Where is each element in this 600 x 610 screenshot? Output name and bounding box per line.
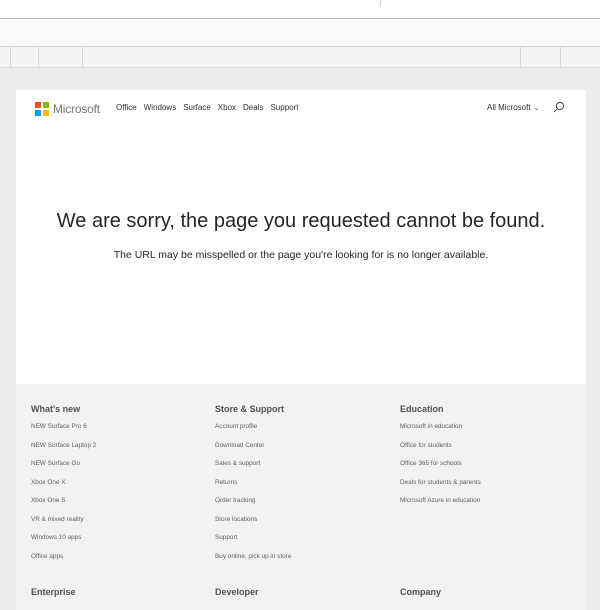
windows-logo-icon (35, 102, 49, 116)
footer-link[interactable]: NEW Surface Laptop 2 (31, 441, 96, 460)
nav-deals[interactable]: Deals (243, 103, 263, 112)
nav-support[interactable]: Support (270, 103, 298, 112)
search-icon[interactable] (552, 100, 566, 114)
footer-link[interactable]: Store locations (215, 515, 291, 534)
footer-link[interactable]: Deals for students & parents (400, 478, 481, 497)
nav-surface[interactable]: Surface (183, 103, 211, 112)
site-footer: What's new NEW Surface Pro 6 NEW Surface… (16, 384, 586, 610)
web-page: Microsoft Office Windows Surface Xbox De… (16, 90, 586, 610)
footer-link[interactable]: Xbox One X (31, 478, 96, 497)
main-nav: Office Windows Surface Xbox Deals Suppor… (116, 103, 299, 112)
error-title: We are sorry, the page you requested can… (56, 210, 546, 232)
footer-heading-enterprise: Enterprise (31, 587, 76, 597)
nav-xbox[interactable]: Xbox (218, 103, 236, 112)
chevron-down-icon: ⌄ (533, 104, 540, 112)
browser-toolbar (0, 19, 600, 47)
footer-link[interactable]: Account profile (215, 422, 291, 441)
browser-tab-strip (0, 47, 600, 68)
footer-link[interactable]: Windows 10 apps (31, 533, 96, 552)
tab-divider (560, 47, 561, 67)
footer-link[interactable]: Xbox One S (31, 496, 96, 515)
logo-square-green (43, 102, 49, 108)
logo-square-blue (35, 110, 41, 116)
all-microsoft-label: All Microsoft (487, 103, 531, 112)
tab-divider (38, 47, 39, 67)
nav-windows[interactable]: Windows (144, 103, 176, 112)
all-microsoft-menu[interactable]: All Microsoft ⌄ (487, 103, 539, 112)
footer-link[interactable]: Support (215, 533, 291, 552)
footer-link[interactable]: Order tracking (215, 496, 291, 515)
footer-link[interactable]: Sales & support (215, 459, 291, 478)
footer-heading: What's new (31, 404, 81, 414)
nav-office[interactable]: Office (116, 103, 137, 112)
footer-heading-company: Company (400, 587, 442, 597)
footer-column-whats-new: What's new NEW Surface Pro 6 NEW Surface… (31, 404, 96, 570)
browser-title-bar (0, 0, 600, 19)
footer-link[interactable]: Office for students (400, 441, 481, 460)
logo-square-yellow (43, 110, 49, 116)
tab-divider (10, 47, 11, 67)
footer-link[interactable]: Buy online, pick up in store (215, 552, 291, 571)
footer-link[interactable]: Download Center (215, 441, 291, 460)
footer-link[interactable]: NEW Surface Go (31, 459, 96, 478)
footer-link[interactable]: Returns (215, 478, 291, 497)
logo-square-red (35, 102, 41, 108)
footer-column-education: Education Microsoft in education Office … (400, 404, 481, 515)
footer-link[interactable]: Office 365 for schools (400, 459, 481, 478)
footer-link[interactable]: Office apps (31, 552, 96, 571)
footer-link[interactable]: Microsoft Azure in education (400, 496, 481, 515)
footer-link[interactable]: VR & mixed reality (31, 515, 96, 534)
title-bar-divider (380, 0, 381, 6)
footer-link[interactable]: Microsoft in education (400, 422, 481, 441)
footer-heading: Store & Support (215, 404, 284, 414)
footer-heading-developer: Developer (215, 587, 259, 597)
footer-column-store-support: Store & Support Account profile Download… (215, 404, 291, 570)
site-header: Microsoft Office Windows Surface Xbox De… (16, 90, 586, 126)
error-subtitle: The URL may be misspelled or the page yo… (113, 249, 489, 261)
tab-divider (520, 47, 521, 67)
tab-divider (82, 47, 83, 67)
footer-heading: Education (400, 404, 444, 414)
microsoft-logo[interactable]: Microsoft (35, 101, 100, 117)
footer-link[interactable]: NEW Surface Pro 6 (31, 422, 96, 441)
logo-text: Microsoft (53, 102, 100, 116)
